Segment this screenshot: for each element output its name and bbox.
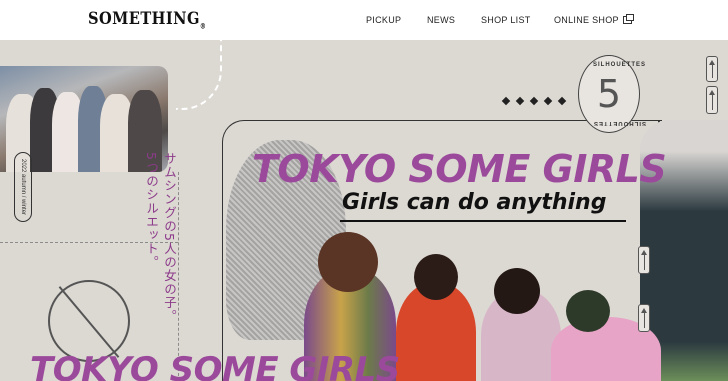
diamond-icon (529, 96, 539, 106)
up-arrow-icon (638, 246, 650, 274)
silhouettes-badge: SILHOUETTES 5 SILHOUETTES (578, 55, 646, 133)
brand-logo[interactable]: SOMETHING® (88, 9, 206, 30)
badge-number: 5 (596, 72, 622, 116)
japanese-copy: サムシングの5人の女の子。 5つのシルエット。 (144, 152, 177, 323)
diamond-icon (543, 96, 553, 106)
diamond-icon (501, 96, 511, 106)
hero-visual: 2022 autumn / winter サムシングの5人の女の子。 5つのシル… (0, 40, 728, 381)
hero-tagline: Girls can do anything (342, 190, 607, 215)
badge-text-top: SILHOUETTES (593, 62, 647, 68)
nav-shop-list[interactable]: SHOP LIST (481, 15, 531, 25)
external-link-icon (622, 14, 634, 24)
diamond-icon (515, 96, 525, 106)
dashed-arc-decoration (176, 40, 222, 110)
season-label: 2022 autumn / winter (14, 152, 32, 222)
hero-title-bottom: TOKYO SOME GIRLS (30, 350, 400, 381)
diamond-icon (557, 96, 567, 106)
nav-pickup[interactable]: PICKUP (366, 15, 401, 25)
hero-title: TOKYO SOME GIRLS (252, 147, 667, 191)
up-arrow-icon (706, 86, 718, 114)
up-arrow-icon (706, 56, 718, 82)
site-header: SOMETHING® PICKUP NEWS SHOP LIST ONLINE … (0, 0, 728, 40)
badge-text-bottom: SILHOUETTES (593, 120, 647, 126)
nav-online-shop[interactable]: ONLINE SHOP (554, 14, 634, 25)
nav-online-shop-label: ONLINE SHOP (554, 15, 619, 25)
up-arrow-icon (638, 304, 650, 332)
nav-news[interactable]: NEWS (427, 15, 455, 25)
tagline-underline (340, 220, 626, 222)
